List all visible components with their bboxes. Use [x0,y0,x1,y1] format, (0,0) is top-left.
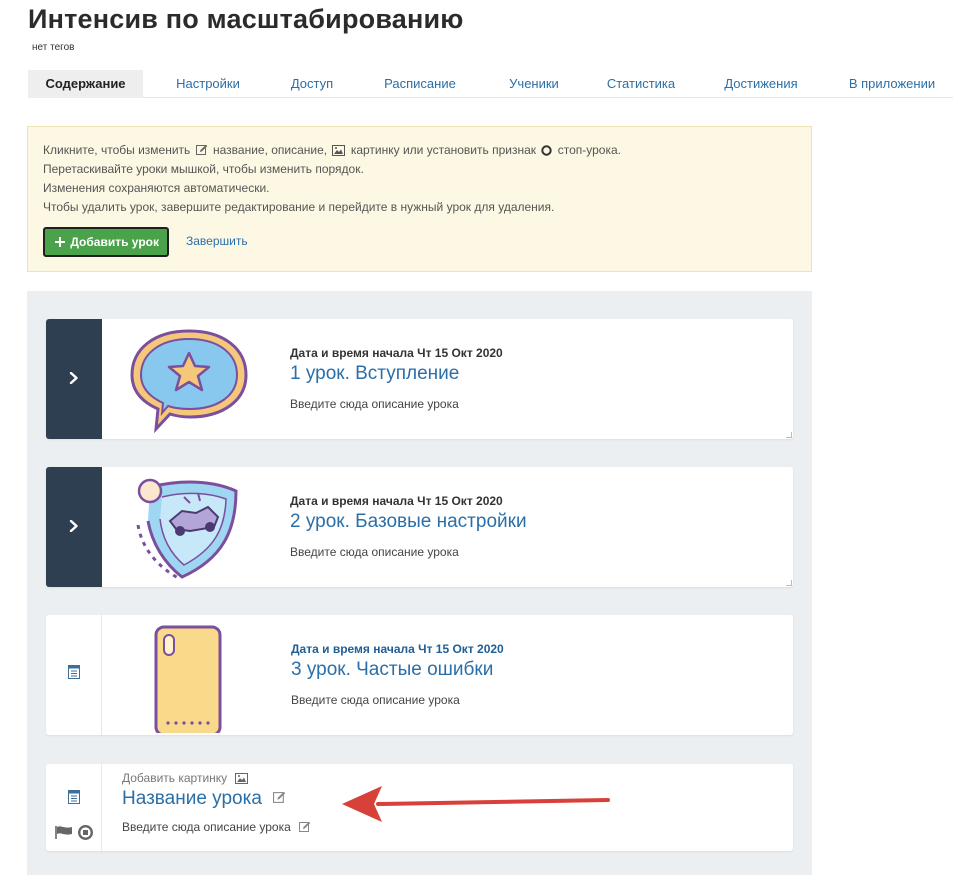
edit-icon[interactable] [299,821,311,833]
tab-content[interactable]: Содержание [28,70,143,98]
tab-schedule[interactable]: Расписание [370,70,470,98]
lesson-expand-handle[interactable] [46,467,102,587]
tab-in-app[interactable]: В приложении [838,70,946,98]
tab-students[interactable]: Ученики [494,70,574,98]
finish-link[interactable]: Завершить [186,234,248,248]
tab-statistics[interactable]: Статистика [596,70,686,98]
notice-line-4: Чтобы удалить урок, завершите редактиров… [43,200,555,214]
document-icon[interactable] [67,665,80,679]
new-lesson-description[interactable]: Введите сюда описание урока [122,820,313,834]
stop-circle-icon [541,145,553,156]
page-title: Интенсив по масштабированию [28,4,464,34]
lesson-side [46,764,102,851]
tab-achievements[interactable]: Достижения [714,70,808,98]
lesson-title[interactable]: 3 урок. Частые ошибки [291,659,493,681]
lesson-description: Введите сюда описание урока [290,397,459,411]
edit-notice: Кликните, чтобы изменить название, описа… [27,126,812,272]
lesson-description: Введите сюда описание урока [290,545,459,559]
resize-handle [786,580,792,586]
star-speech-bubble-image [130,329,248,433]
stop-circle-icon[interactable] [78,825,93,840]
lesson-date: Дата и время начала Чт 15 Окт 2020 [290,494,503,508]
lesson-expand-handle[interactable] [46,319,102,439]
lesson-date: Дата и время начала Чт 15 Окт 2020 [290,346,503,360]
tabs-bar: Содержание Настройки Доступ Расписание У… [28,70,953,98]
resize-handle [786,432,792,438]
image-icon [332,145,346,156]
notice-line-2: Перетаскивайте уроки мышкой, чтобы измен… [43,162,364,176]
lesson-title[interactable]: 1 урок. Вступление [290,363,459,385]
add-image-link[interactable]: Добавить картинку [122,771,250,785]
new-lesson-title[interactable]: Название урока [122,788,288,810]
yellow-phone-image [154,625,222,733]
chevron-right-icon [69,372,78,384]
tab-settings[interactable]: Настройки [160,70,256,98]
edit-icon [195,144,207,155]
flag-icon[interactable] [55,826,73,839]
edit-icon[interactable] [273,791,286,804]
chevron-right-icon [69,520,78,532]
lesson-description: Введите сюда описание урока [291,693,460,707]
lesson-date: Дата и время начала Чт 15 Окт 2020 [291,642,504,656]
lesson-card[interactable]: Дата и время начала Чт 15 Окт 2020 3 уро… [46,615,793,735]
image-icon [234,773,248,784]
tab-access[interactable]: Доступ [276,70,348,98]
lesson-title[interactable]: 2 урок. Базовые настройки [290,511,527,533]
tags-label: нет тегов [32,42,75,53]
notice-line-1: Кликните, чтобы изменить название, описа… [43,143,621,157]
annotation-arrow [342,786,610,822]
document-icon[interactable] [67,790,80,804]
rocket-league-shield-image [136,478,238,581]
notice-line-3: Изменения сохраняются автоматически. [43,181,270,195]
lesson-card[interactable]: Дата и время начала Чт 15 Окт 2020 2 уро… [46,467,793,587]
plus-icon [55,237,65,247]
lesson-side [46,615,102,735]
add-lesson-button[interactable]: Добавить урок [43,227,169,257]
lesson-card[interactable]: Дата и время начала Чт 15 Окт 2020 1 уро… [46,319,793,439]
